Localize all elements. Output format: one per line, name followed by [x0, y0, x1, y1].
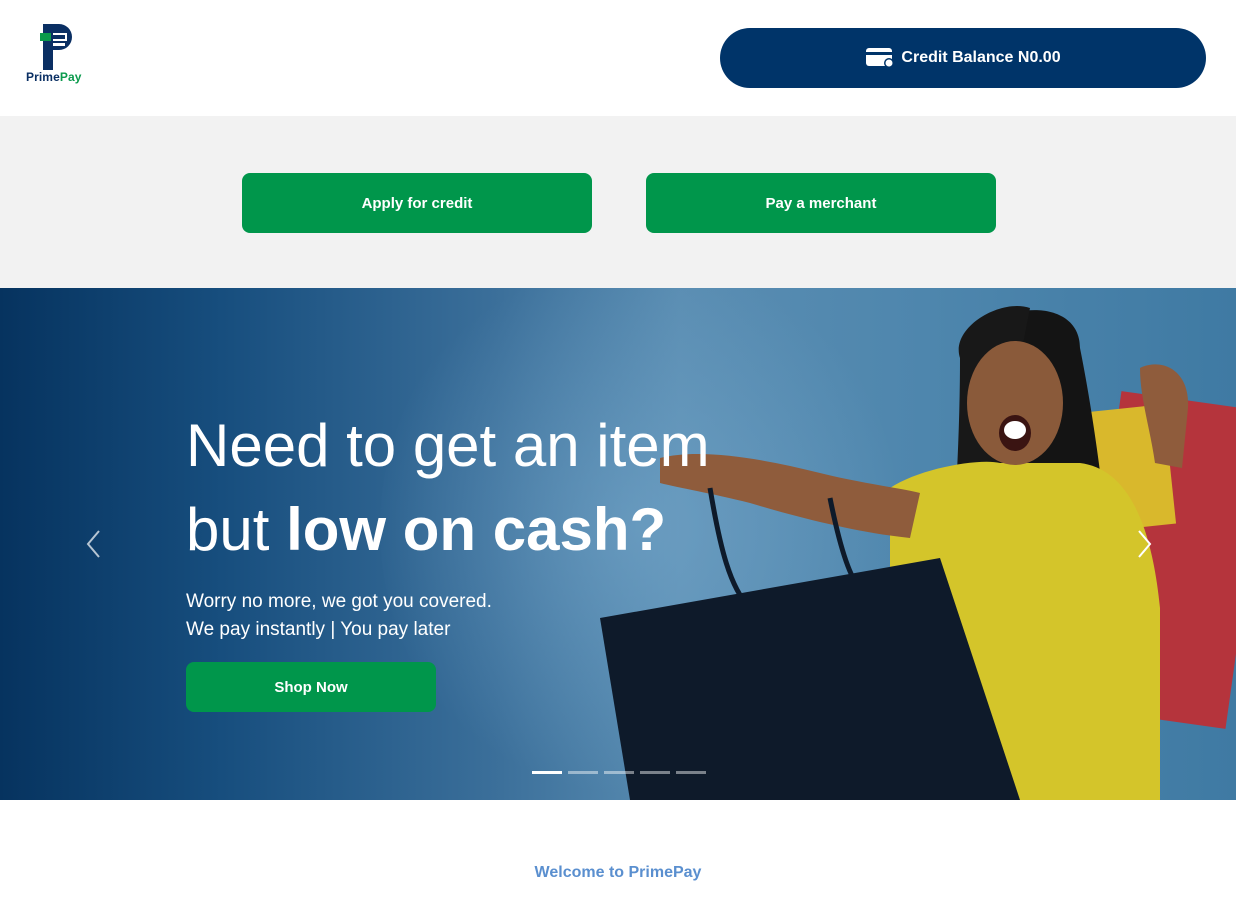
shop-now-button[interactable]: Shop Now [186, 662, 436, 712]
chevron-right-icon[interactable] [1134, 528, 1154, 560]
carousel-indicator[interactable] [640, 771, 670, 774]
hero-carousel: Need to get an item but low on cash? Wor… [0, 288, 1236, 800]
logo-wordmark: PrimePay [26, 70, 82, 84]
hero-headline-line2: but low on cash? [186, 496, 667, 563]
quick-actions: Apply for credit Pay a merchant [0, 116, 1236, 288]
hero-headline-emphasis: low on cash? [286, 496, 667, 563]
hero-subtext-line2: We pay instantly | You pay later [186, 619, 451, 640]
carousel-indicator[interactable] [532, 771, 562, 774]
pay-merchant-button[interactable]: Pay a merchant [646, 173, 996, 233]
welcome-heading: Welcome to PrimePay [534, 864, 702, 881]
apply-for-credit-button[interactable]: Apply for credit [242, 173, 592, 233]
hero-headline-line1: Need to get an item [186, 412, 710, 479]
hero-headline: Need to get an item but low on cash? [186, 404, 710, 572]
header: PrimePay Credit Balance N0.00 [0, 0, 1236, 116]
carousel-indicator[interactable] [568, 771, 598, 774]
credit-balance-label: Credit Balance N0.00 [901, 49, 1061, 66]
carousel-indicator[interactable] [676, 771, 706, 774]
chevron-left-icon[interactable] [84, 528, 104, 560]
primepay-logo[interactable]: PrimePay [24, 24, 86, 88]
hero-subtext-line1: Worry no more, we got you covered. [186, 591, 492, 612]
carousel-indicator[interactable] [604, 771, 634, 774]
primepay-logo-icon [40, 24, 72, 70]
carousel-indicators [532, 771, 706, 774]
hero-subtext: Worry no more, we got you covered. We pa… [186, 588, 492, 644]
credit-card-icon [866, 48, 895, 68]
credit-balance-button[interactable]: Credit Balance N0.00 [720, 28, 1206, 88]
